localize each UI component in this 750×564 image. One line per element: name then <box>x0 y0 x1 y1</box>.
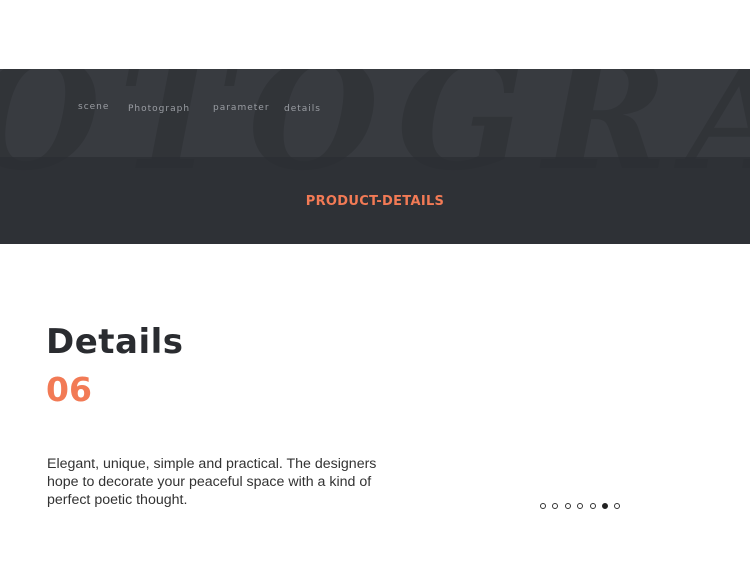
section-title: PRODUCT-DETAILS <box>305 194 445 209</box>
nav-item-scene[interactable]: scene <box>78 102 109 112</box>
nav-item-photograph[interactable]: Photograph <box>128 104 190 114</box>
pagination-dot[interactable] <box>589 503 596 509</box>
pagination-dots <box>540 502 621 510</box>
nav-item-parameter[interactable]: parameter <box>213 103 270 113</box>
slide-number: 06 <box>46 370 92 409</box>
pagination-dot[interactable] <box>614 503 621 509</box>
pagination-dot[interactable] <box>540 503 546 509</box>
pagination-dot[interactable] <box>552 503 559 509</box>
pagination-dot[interactable] <box>577 503 584 509</box>
banner-background-lettering: OTOGRA <box>0 69 750 204</box>
pagination-dot[interactable] <box>564 503 571 509</box>
nav-item-details[interactable]: details <box>284 104 321 114</box>
page-heading: Details <box>46 322 184 362</box>
header-banner: OTOGRA scene Photograph parameter detail… <box>0 69 750 244</box>
top-nav: scene Photograph parameter details <box>0 99 750 119</box>
pagination-dot[interactable] <box>601 503 608 509</box>
description-text: Elegant, unique, simple and practical. T… <box>47 456 377 508</box>
